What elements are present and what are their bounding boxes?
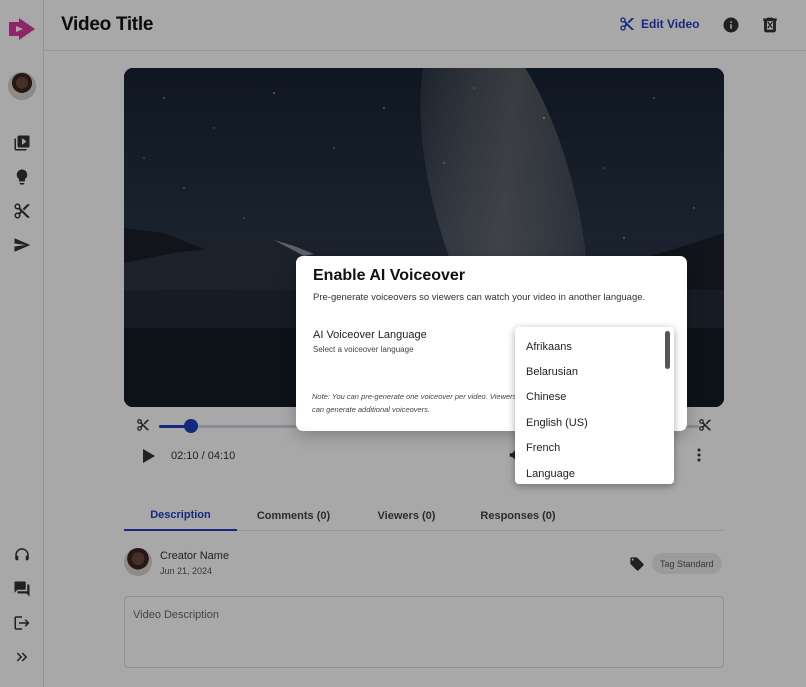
language-option[interactable]: Afrikaans	[526, 341, 572, 353]
voiceover-language-label: AI Voiceover Language	[313, 329, 427, 341]
language-dropdown[interactable]: Afrikaans Belarusian Chinese English (US…	[515, 327, 674, 484]
language-option[interactable]: Language	[526, 468, 575, 480]
language-option[interactable]: English (US)	[526, 417, 588, 429]
dropdown-scrollbar[interactable]	[665, 331, 670, 369]
language-option[interactable]: French	[526, 442, 560, 454]
modal-subtitle: Pre-generate voiceovers so viewers can w…	[313, 292, 646, 303]
modal-note: Note: You can pre-generate one voiceover…	[312, 392, 517, 414]
voiceover-language-hint: Select a voiceover language	[313, 345, 414, 354]
language-option[interactable]: Belarusian	[526, 366, 578, 378]
modal-title: Enable AI Voiceover	[313, 267, 466, 284]
app-root: Video Title Edit Video 02:10 / 04:10 Des…	[0, 0, 806, 687]
language-option[interactable]: Chinese	[526, 391, 566, 403]
